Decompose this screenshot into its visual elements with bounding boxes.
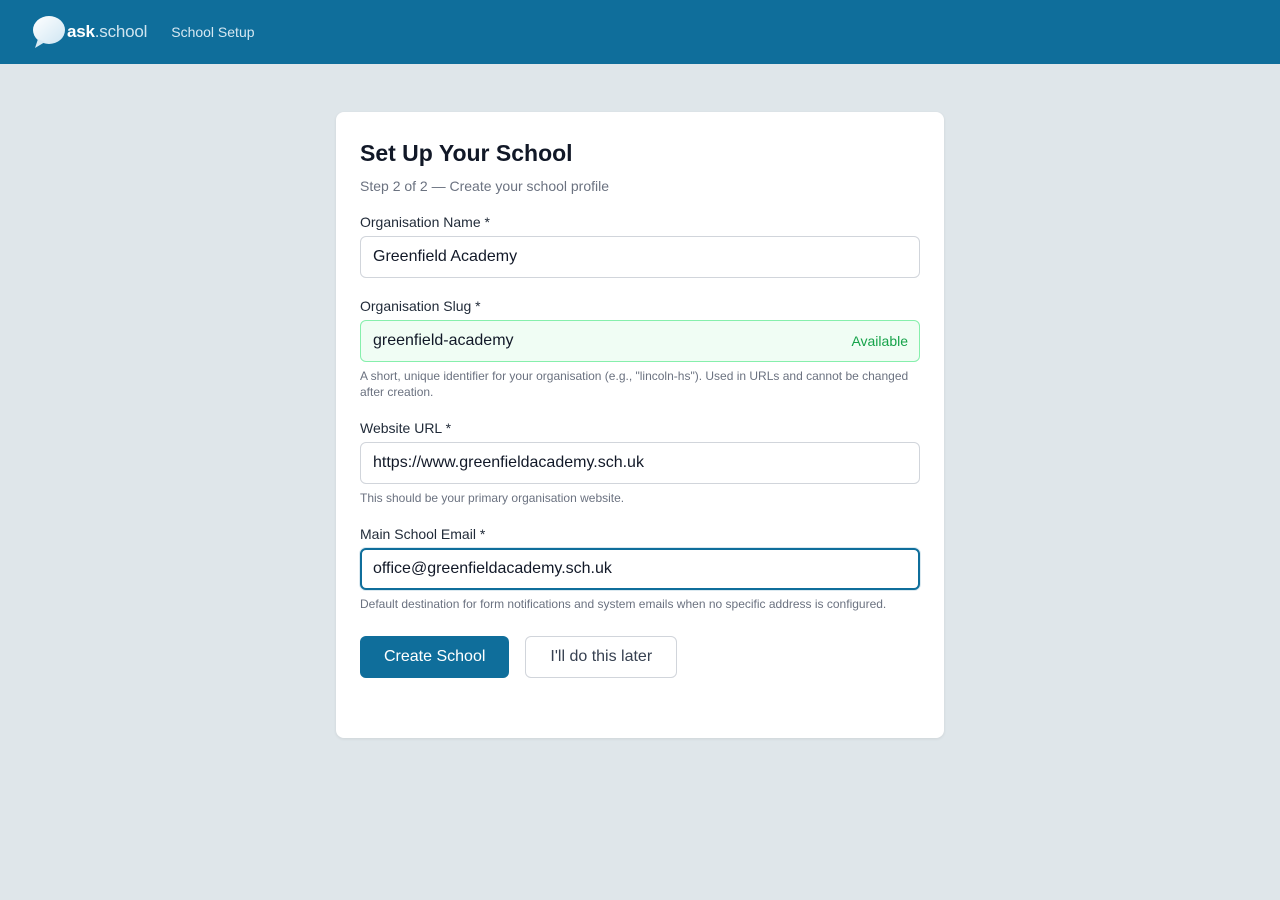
org-slug-field: Organisation Slug * Available A short, u… — [360, 298, 920, 400]
website-help: This should be your primary organisation… — [360, 491, 625, 505]
page-title: Set Up Your School — [360, 140, 573, 166]
nav-school-setup[interactable]: School Setup — [171, 24, 254, 40]
website-label: Website URL * — [360, 420, 452, 436]
email-help: Default destination for form notificatio… — [360, 597, 887, 611]
form-actions: Create School I'll do this later — [360, 636, 920, 678]
org-slug-help: A short, unique identifier for your orga… — [360, 369, 909, 399]
website-input[interactable] — [360, 442, 920, 484]
step-subtitle: Step 2 of 2 — Create your school profile — [360, 178, 610, 194]
org-slug-input[interactable] — [360, 320, 920, 362]
logo[interactable]: ask.school — [32, 15, 147, 49]
create-school-button[interactable]: Create School — [360, 636, 510, 678]
logo-text: ask.school — [67, 22, 148, 41]
do-later-button[interactable]: I'll do this later — [525, 636, 678, 678]
email-label: Main School Email * — [360, 526, 486, 542]
org-name-label: Organisation Name * — [360, 214, 490, 230]
slug-status-badge: Available — [851, 333, 908, 349]
top-bar: ask.school School Setup — [0, 0, 1280, 64]
org-slug-label: Organisation Slug * — [360, 298, 481, 314]
org-name-input[interactable] — [360, 236, 920, 278]
email-field: Main School Email * Default destination … — [360, 526, 920, 612]
setup-card: Set Up Your School Step 2 of 2 — Create … — [336, 112, 944, 738]
email-input[interactable] — [360, 548, 920, 590]
org-name-field: Organisation Name * — [360, 214, 920, 278]
website-field: Website URL * This should be your primar… — [360, 420, 920, 506]
speech-bubble-icon — [33, 16, 65, 48]
